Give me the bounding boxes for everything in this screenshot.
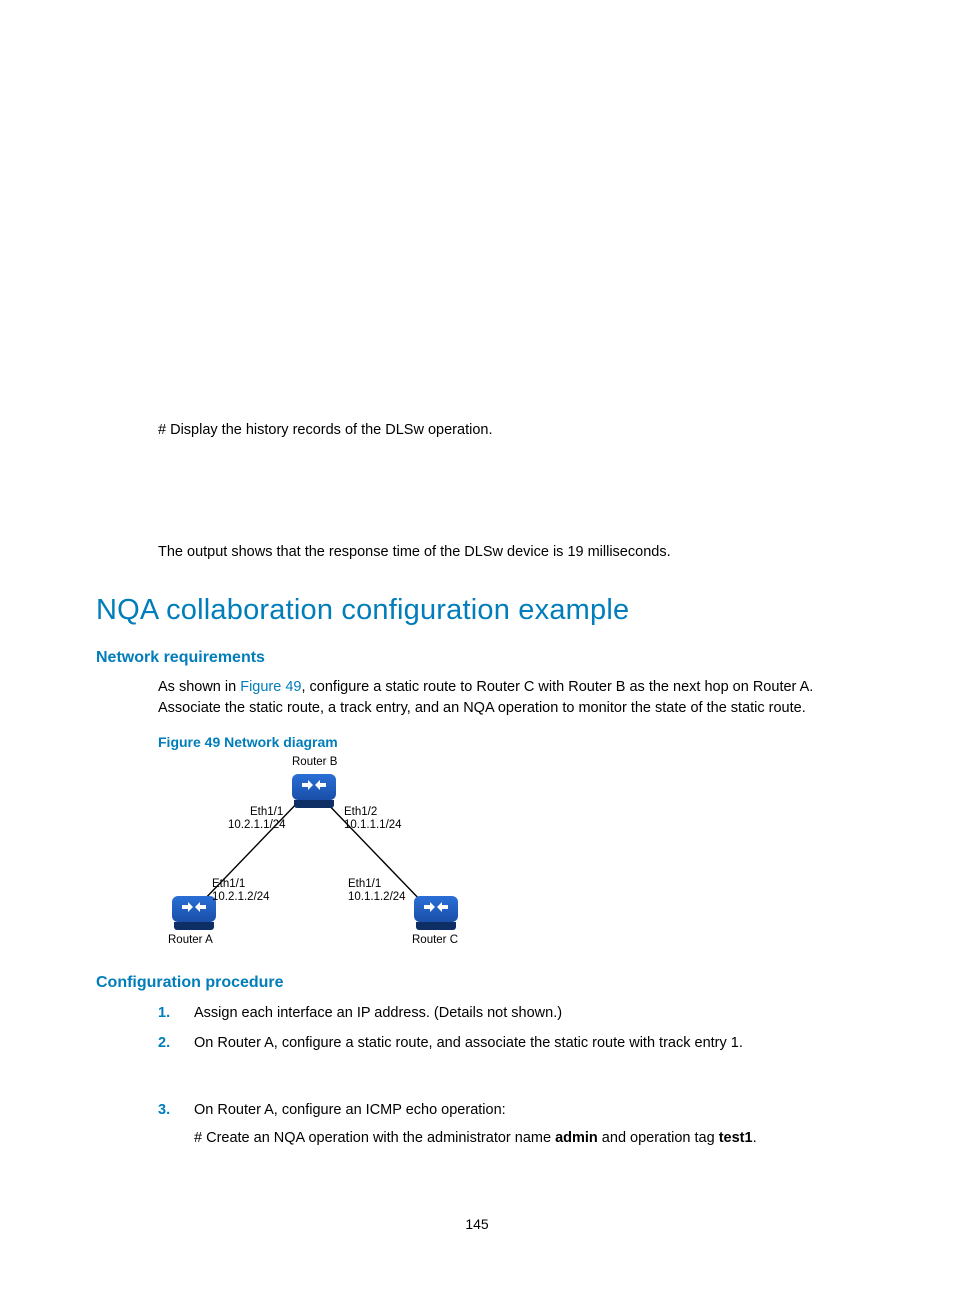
- page-number: 145: [0, 1216, 954, 1232]
- router-b-ip12: 10.1.1.1/24: [344, 819, 402, 831]
- step-2-text: On Router A, configure a static route, a…: [194, 1035, 743, 1051]
- router-b-icon: [292, 774, 336, 800]
- router-b-ip11: 10.2.1.1/24: [228, 819, 286, 831]
- figure-ref-link[interactable]: Figure 49: [240, 679, 301, 695]
- step-3a-e: .: [753, 1130, 757, 1146]
- network-diagram: Router B Eth1/1 10.2.1.1/24 Eth1/2 10.1.…: [152, 756, 482, 956]
- step-1-text: Assign each interface an IP address. (De…: [194, 1005, 562, 1021]
- router-b-eth11: Eth1/1: [250, 806, 283, 818]
- step-1: Assign each interface an IP address. (De…: [158, 1002, 858, 1024]
- step-3a-admin: admin: [555, 1130, 598, 1146]
- step-3-sub: # Create an NQA operation with the admin…: [194, 1127, 858, 1149]
- step-3a-test1: test1: [719, 1130, 753, 1146]
- router-c-label: Router C: [412, 934, 458, 946]
- router-c-eth: Eth1/1: [348, 878, 381, 890]
- router-a-icon: [172, 896, 216, 922]
- figure-caption: Figure 49 Network diagram: [158, 734, 858, 750]
- router-a-ip: 10.2.1.2/24: [212, 891, 270, 903]
- netreq-paragraph: As shown in Figure 49, configure a stati…: [158, 677, 858, 721]
- step-2: On Router A, configure a static route, a…: [158, 1032, 858, 1090]
- step-3-text: On Router A, configure an ICMP echo oper…: [194, 1102, 506, 1118]
- router-b-eth12: Eth1/2: [344, 806, 377, 818]
- step-3: On Router A, configure an ICMP echo oper…: [158, 1099, 858, 1150]
- router-a-eth: Eth1/1: [212, 878, 245, 890]
- subheading-config-procedure: Configuration procedure: [96, 974, 858, 992]
- router-a-label: Router A: [168, 934, 213, 946]
- router-c-ip: 10.1.1.2/24: [348, 891, 406, 903]
- section-heading: NQA collaboration configuration example: [96, 594, 858, 627]
- intro-line-1: # Display the history records of the DLS…: [158, 420, 858, 442]
- router-b-label: Router B: [292, 756, 337, 768]
- subheading-network-requirements: Network requirements: [96, 649, 858, 667]
- router-c-icon: [414, 896, 458, 922]
- netreq-text-a: As shown in: [158, 679, 240, 695]
- step-3a-c: and operation tag: [598, 1130, 719, 1146]
- intro-line-2: The output shows that the response time …: [158, 542, 858, 564]
- step-3a-a: # Create an NQA operation with the admin…: [194, 1130, 555, 1146]
